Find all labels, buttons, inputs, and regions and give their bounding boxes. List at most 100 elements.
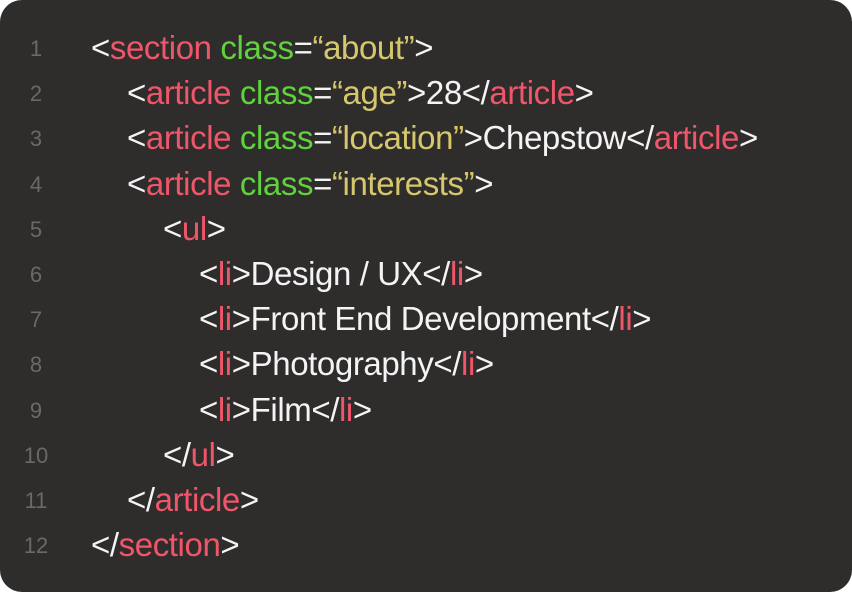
code-punctuation: </	[163, 435, 191, 473]
code-punctuation: <	[127, 164, 146, 202]
code-tag-name: li	[217, 300, 232, 338]
code-tag-name: article	[145, 164, 232, 202]
code-punctuation: >	[215, 435, 235, 473]
line-number: 12	[23, 533, 49, 559]
code-tag-name: section	[118, 526, 221, 564]
code-attribute-name: class	[239, 164, 314, 202]
code-punctuation: </	[311, 390, 339, 428]
line-number: 4	[29, 171, 43, 197]
code-tag-name: article	[154, 481, 241, 518]
code-punctuation: =	[313, 164, 332, 202]
line-number: 11	[24, 488, 48, 513]
code-line[interactable]: 11 </article>	[0, 480, 852, 525]
code-punctuation: >	[352, 390, 372, 428]
code-punctuation	[231, 119, 240, 156]
code-tag-name: li	[449, 255, 464, 292]
line-number: 5	[29, 216, 43, 242]
code-content: <section class=“about”>	[91, 28, 434, 68]
line-number: 8	[29, 352, 43, 378]
code-punctuation: >	[220, 526, 240, 564]
code-punctuation: <	[199, 300, 218, 338]
code-punctuation	[231, 74, 240, 111]
code-content: </section>	[91, 525, 240, 565]
code-content: <li>Photography</li>	[199, 344, 494, 384]
code-punctuation: </	[433, 345, 462, 383]
code-punctuation: =	[313, 119, 332, 157]
code-text-content: Film	[250, 390, 312, 428]
code-punctuation	[231, 165, 240, 202]
code-attribute-value: “interests”	[331, 164, 475, 202]
code-punctuation: </	[590, 300, 619, 338]
code-line[interactable]: 3 <article class=“location”>Chepstow</art…	[0, 118, 852, 163]
code-tag-name: ul	[181, 209, 207, 247]
code-punctuation: >	[231, 390, 251, 428]
code-punctuation: >	[239, 481, 259, 518]
line-number: 7	[29, 307, 43, 333]
line-number: 9	[29, 397, 43, 423]
code-attribute-name: class	[220, 29, 294, 66]
code-punctuation: >	[206, 209, 226, 247]
code-line[interactable]: 1 <section class=“about”>	[0, 28, 852, 73]
code-punctuation: >	[231, 300, 251, 338]
line-number: 10	[23, 442, 49, 468]
code-punctuation: <	[163, 209, 182, 247]
code-tag-name: li	[217, 345, 232, 383]
code-line[interactable]: 9 <li>Film</li>	[0, 390, 852, 435]
code-editor[interactable]: 1 <section class=“about”> 2 <article class=…	[0, 0, 852, 592]
code-punctuation: <	[91, 29, 110, 66]
code-tag-name: article	[653, 119, 740, 157]
code-tag-name: ul	[190, 435, 216, 473]
code-punctuation: >	[231, 255, 251, 292]
code-punctuation: <	[199, 255, 218, 292]
code-tag-name: li	[217, 390, 232, 428]
code-line[interactable]: 2 <article class=“age”>28</article>	[0, 73, 852, 118]
code-line[interactable]: 7 <li>Front End Development</li>	[0, 299, 852, 344]
code-punctuation: </	[422, 255, 450, 292]
code-content: <ul>	[163, 209, 226, 249]
code-tag-name: article	[489, 74, 575, 112]
code-tag-name: li	[618, 300, 633, 338]
code-punctuation: >	[574, 74, 594, 112]
code-punctuation: >	[463, 255, 483, 292]
code-content: <li>Design / UX</li>	[199, 254, 483, 294]
code-text-content: Front End Development	[250, 300, 592, 338]
code-punctuation: >	[463, 119, 483, 157]
code-attribute-name: class	[239, 119, 314, 157]
code-attribute-value: “about”	[312, 29, 415, 66]
code-tag-name: li	[217, 255, 232, 292]
code-text-content: Photography	[250, 345, 434, 383]
code-tag-name: li	[461, 345, 475, 383]
code-punctuation: >	[414, 29, 434, 66]
code-content: </article>	[127, 480, 259, 520]
code-punctuation: >	[632, 300, 652, 338]
line-number: 1	[29, 36, 43, 61]
line-number: 6	[29, 262, 43, 287]
code-attribute-value: “age”	[331, 74, 407, 112]
code-punctuation: >	[738, 119, 758, 157]
code-content: <li>Film</li>	[199, 390, 372, 430]
code-punctuation: >	[231, 345, 251, 383]
code-content: <article class=“location”>Chepstow</arti…	[127, 118, 758, 158]
code-content: <article class=“interests”>	[127, 164, 494, 204]
code-punctuation: <	[199, 345, 218, 383]
code-line[interactable]: 8 <li>Photography</li>	[0, 344, 852, 389]
code-punctuation: <	[127, 74, 146, 112]
code-line[interactable]: 4 <article class=“interests”>	[0, 164, 852, 209]
code-punctuation: <	[199, 390, 218, 428]
code-line[interactable]: 10 </ul>	[0, 435, 852, 480]
code-line[interactable]: 5 <ul>	[0, 209, 852, 254]
code-content: </ul>	[163, 435, 235, 475]
code-punctuation: </	[461, 74, 490, 112]
code-punctuation: </	[127, 481, 155, 518]
code-text-content: 28	[425, 74, 462, 112]
code-line[interactable]: 6 <li>Design / UX</li>	[0, 254, 852, 299]
code-tag-name: section	[109, 29, 212, 66]
line-number: 2	[29, 81, 43, 107]
code-punctuation: <	[127, 119, 146, 157]
code-punctuation: =	[293, 29, 313, 66]
code-line[interactable]: 12 </section>	[0, 525, 852, 570]
code-content: <li>Front End Development</li>	[199, 299, 652, 339]
code-text-content: Design / UX	[250, 255, 423, 292]
code-attribute-name: class	[239, 74, 314, 112]
code-tag-name: article	[145, 74, 232, 112]
